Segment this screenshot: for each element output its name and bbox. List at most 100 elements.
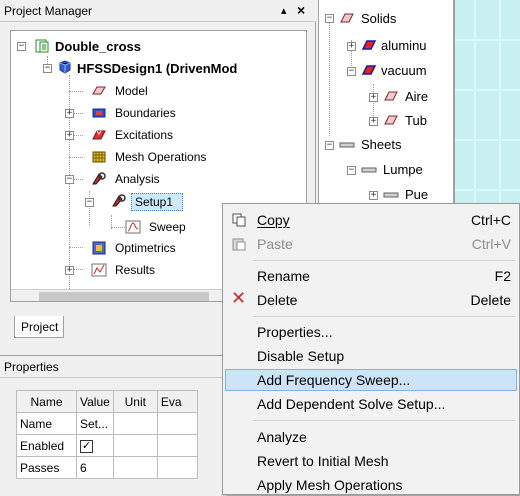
model-icon [92,86,106,95]
row-value-cell[interactable]: Set... [76,412,114,435]
expand-obj1-toggle[interactable]: + [369,93,378,102]
expand-analysis-toggle[interactable]: − [65,175,74,184]
column-header-unit[interactable]: Unit [112,390,158,413]
lumped-icon [361,167,377,173]
column-header-value[interactable]: Value [76,390,114,413]
table-row: Passes 6 [16,456,198,479]
obj2-icon [384,115,398,125]
material2-icon [361,65,377,75]
tree-lumped[interactable]: Lumpe [383,162,423,178]
tree-item-excitations[interactable]: Excitations [115,127,173,143]
column-header-evaluated[interactable]: Eva [156,390,198,413]
menu-item-paste[interactable]: Paste Ctrl+V [225,233,517,255]
tree-project[interactable]: Double_cross [55,39,141,55]
expand-material2-toggle[interactable]: − [347,67,356,76]
expand-obj2-toggle[interactable]: + [369,117,378,126]
menu-item-copy[interactable]: Copy Ctrl+C [225,209,517,231]
tree-item-sweep[interactable]: Sweep [149,219,186,235]
expand-boundaries-toggle[interactable]: + [65,109,74,118]
menu-label: Rename [257,268,310,284]
pin-icon[interactable]: ▴ [281,3,287,19]
menu-label: Properties... [257,324,333,340]
tree-item-setup1[interactable]: Setup1 [135,194,173,210]
menu-label: Paste [257,236,293,252]
menu-label: Copy [257,212,290,228]
menu-shortcut: Delete [470,292,511,308]
menu-label: Disable Setup [257,348,345,364]
sweep-icon [125,220,141,234]
enabled-checkbox[interactable]: ✓ [80,440,93,453]
menu-item-delete[interactable]: ✕ Delete Delete [225,289,517,311]
row-name-cell: Passes [16,456,77,479]
properties-grid[interactable]: Name Value Unit Eva Name Set... Enabled … [16,390,198,479]
tree-item-results[interactable]: Results [115,262,155,278]
expand-design-toggle[interactable]: − [43,64,52,73]
port-icon [383,192,399,198]
tree-item-mesh-operations[interactable]: Mesh Operations [115,149,206,165]
menu-item-add-dependent-solve-setup[interactable]: Add Dependent Solve Setup... [225,393,517,415]
menu-item-properties[interactable]: Properties... [225,321,517,343]
hfss-design-icon [59,60,71,74]
tab-project-label: Project [21,320,59,334]
row-unit-cell [112,412,158,435]
analysis-icon [92,172,106,185]
tab-project[interactable]: Project [14,316,64,338]
row-value-cell[interactable]: 6 [76,456,114,479]
menu-item-add-frequency-sweep[interactable]: Add Frequency Sweep... [225,369,517,391]
excitations-icon [92,130,106,140]
material1-icon [361,40,377,50]
results-icon [91,263,107,277]
tree-port[interactable]: Pue [405,187,428,203]
menu-separator [253,420,515,421]
boundaries-icon [92,108,106,118]
expand-solids-toggle[interactable]: − [325,14,334,23]
menu-label: Add Frequency Sweep... [257,372,411,388]
tree-hscroll-thumb[interactable] [39,292,209,301]
expand-project-toggle[interactable]: − [17,42,26,51]
tree-item-optimetrics[interactable]: Optimetrics [115,240,176,256]
optimetrics-icon [92,241,106,255]
menu-label: Apply Mesh Operations [257,477,403,493]
enabled-checkbox-cell[interactable]: ✓ [76,434,114,457]
menu-shortcut: F2 [494,268,511,284]
menu-label: Add Dependent Solve Setup... [257,396,446,412]
modeler-viewport[interactable] [454,0,520,210]
column-header-name[interactable]: Name [16,390,77,413]
menu-item-analyze[interactable]: Analyze [225,426,517,448]
tree-item-analysis[interactable]: Analysis [115,171,160,187]
tree-design[interactable]: HFSSDesign1 (DrivenMod [77,61,237,77]
expand-setup-toggle[interactable]: − [85,198,94,207]
close-icon[interactable]: × [297,2,305,18]
tree-material2[interactable]: vacuum [381,63,427,79]
tree-material1[interactable]: aluminu [381,38,427,54]
menu-item-rename[interactable]: Rename F2 [225,265,517,287]
tree-item-model[interactable]: Model [115,83,148,99]
sheets-icon [339,142,355,148]
copy-icon [232,213,246,227]
expand-material1-toggle[interactable]: + [347,42,356,51]
table-row: Name Set... [16,412,198,435]
delete-icon: ✕ [231,288,247,308]
row-unit-cell [112,456,158,479]
menu-label: Delete [257,292,298,308]
row-unit-cell [112,434,158,457]
project-manager-titlebar: Project Manager ▴ × [0,0,316,22]
expand-lumped-toggle[interactable]: − [347,166,356,175]
expand-excitations-toggle[interactable]: + [65,131,74,140]
tree-solids[interactable]: Solids [361,11,396,27]
tree-item-boundaries[interactable]: Boundaries [115,105,176,121]
tree-obj2[interactable]: Tub [405,113,427,129]
expand-results-toggle[interactable]: + [65,266,74,275]
model-tree[interactable]: − Solids + aluminu − vacuum + Aire + Tub… [318,0,454,210]
properties-title: Properties [4,360,59,374]
tree-obj1[interactable]: Aire [405,89,428,105]
menu-item-disable-setup[interactable]: Disable Setup [225,345,517,367]
menu-item-revert-to-initial-mesh[interactable]: Revert to Initial Mesh [225,450,517,472]
row-eval-cell [156,412,198,435]
menu-item-apply-mesh-operations[interactable]: Apply Mesh Operations [225,474,517,496]
context-menu: Copy Ctrl+C Paste Ctrl+V Rename F2 ✕ Del… [222,203,520,495]
obj1-icon [384,91,398,101]
tree-sheets[interactable]: Sheets [361,137,401,153]
expand-port-toggle[interactable]: + [369,191,378,200]
expand-sheets-toggle[interactable]: − [325,141,334,150]
